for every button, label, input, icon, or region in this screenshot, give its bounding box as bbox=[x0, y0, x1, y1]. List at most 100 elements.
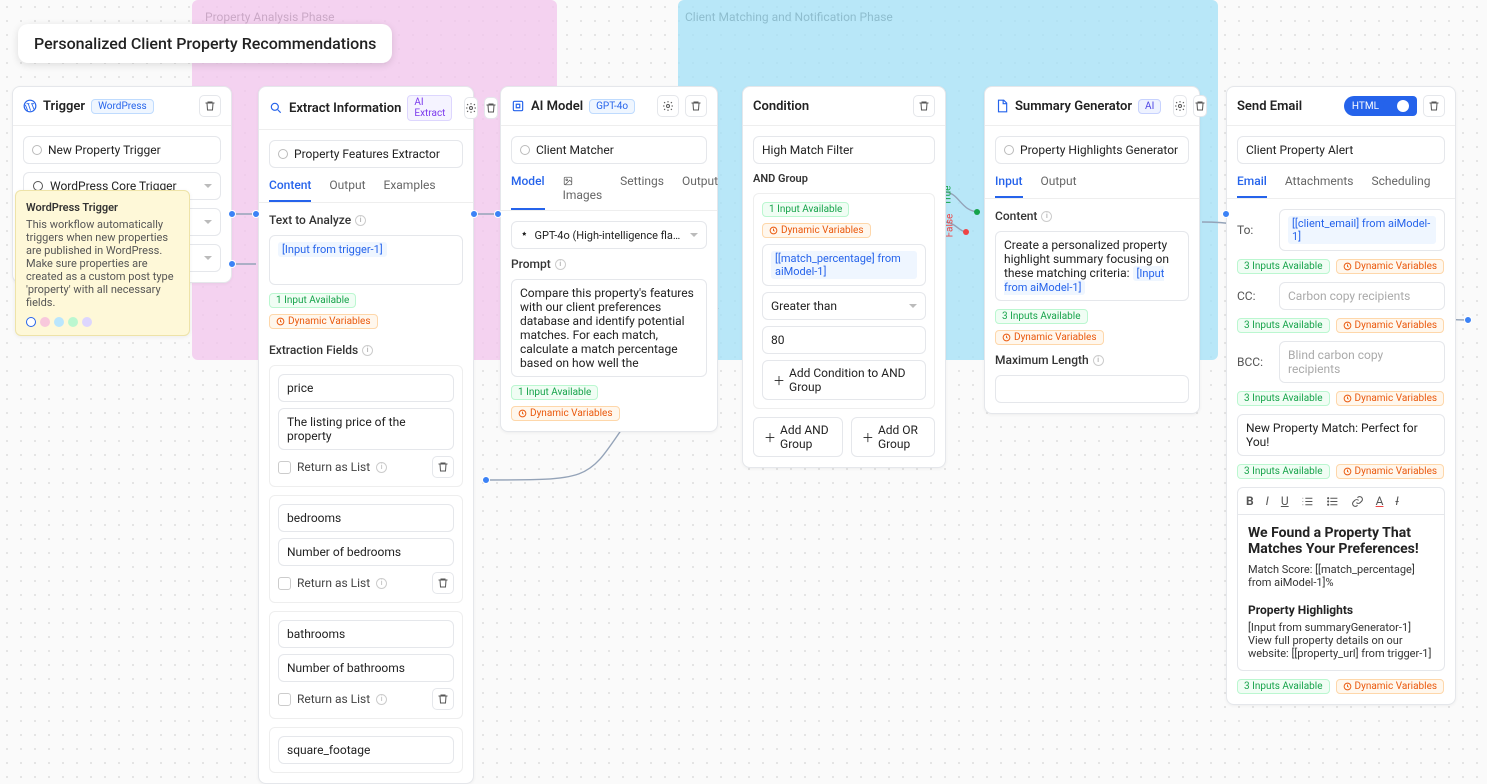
model-select[interactable]: GPT-4o (High-intelligence flagship model… bbox=[511, 221, 707, 249]
html-toggle[interactable]: HTML bbox=[1344, 96, 1417, 116]
tab-input[interactable]: Input bbox=[995, 170, 1023, 198]
inputs-available-pill[interactable]: 3 Inputs Available bbox=[1237, 391, 1330, 406]
email-name-input[interactable]: Client Property Alert bbox=[1237, 136, 1445, 164]
model-name-input[interactable]: Client Matcher bbox=[511, 136, 707, 164]
port[interactable] bbox=[482, 476, 490, 484]
summary-content-input[interactable]: Create a personalized property highlight… bbox=[995, 231, 1189, 301]
tab-content[interactable]: Content bbox=[269, 174, 311, 202]
return-as-list-checkbox[interactable] bbox=[278, 693, 291, 706]
inputs-available-pill[interactable]: 3 Inputs Available bbox=[1237, 464, 1330, 479]
tab-output[interactable]: Output bbox=[682, 170, 718, 210]
tab-attachments[interactable]: Attachments bbox=[1285, 170, 1354, 198]
info-icon[interactable]: i bbox=[355, 215, 366, 226]
list-ul-icon[interactable] bbox=[1326, 495, 1339, 508]
port[interactable] bbox=[470, 210, 478, 218]
cc-input[interactable]: Carbon copy recipients bbox=[1279, 282, 1445, 310]
field-name-input[interactable]: bedrooms bbox=[278, 504, 454, 532]
info-icon[interactable]: i bbox=[376, 462, 387, 473]
tab-settings[interactable]: Settings bbox=[620, 170, 664, 210]
tab-examples[interactable]: Examples bbox=[384, 174, 436, 202]
add-and-group-button[interactable]: ＋ Add AND Group bbox=[753, 417, 843, 457]
inputs-available-pill[interactable]: 1 Input Available bbox=[269, 293, 356, 308]
delete-field-button[interactable] bbox=[432, 572, 454, 594]
field-name-input[interactable]: bathrooms bbox=[278, 620, 454, 648]
node-send-email[interactable]: Send Email HTML Client Property Alert Em… bbox=[1226, 86, 1456, 705]
summary-name-input[interactable]: Property Highlights Generator bbox=[995, 136, 1189, 164]
link-icon[interactable] bbox=[1351, 495, 1364, 508]
condition-operator-select[interactable]: Greater than bbox=[762, 292, 926, 320]
field-desc-input[interactable]: Number of bedrooms bbox=[278, 538, 454, 566]
port[interactable] bbox=[252, 210, 260, 218]
email-body-editor[interactable]: We Found a Property That Matches Your Pr… bbox=[1237, 515, 1445, 671]
settings-button[interactable] bbox=[1173, 95, 1187, 117]
info-icon[interactable]: i bbox=[1041, 211, 1052, 222]
port[interactable] bbox=[1222, 210, 1230, 218]
inputs-available-pill[interactable]: 3 Inputs Available bbox=[1237, 318, 1330, 333]
add-condition-button[interactable]: ＋ Add Condition to AND Group bbox=[762, 360, 926, 400]
node-summary-generator[interactable]: Summary Generator AI Property Highlights… bbox=[984, 86, 1200, 414]
bcc-input[interactable]: Blind carbon copy recipients bbox=[1279, 341, 1445, 383]
inputs-available-pill[interactable]: 1 Input Available bbox=[511, 385, 598, 400]
field-desc-input[interactable]: The listing price of the property bbox=[278, 408, 454, 450]
condition-name-input[interactable]: High Match Filter bbox=[753, 136, 935, 164]
port[interactable] bbox=[494, 210, 502, 218]
max-length-input[interactable] bbox=[995, 375, 1189, 403]
dynamic-variables-pill[interactable]: Dynamic Variables bbox=[511, 406, 620, 421]
return-as-list-checkbox[interactable] bbox=[278, 461, 291, 474]
port[interactable] bbox=[228, 260, 236, 268]
dynamic-variables-pill[interactable]: Dynamic Variables bbox=[1336, 679, 1445, 694]
dynamic-variables-pill[interactable]: Dynamic Variables bbox=[1336, 318, 1445, 333]
info-icon[interactable]: i bbox=[555, 259, 566, 270]
settings-button[interactable] bbox=[657, 95, 679, 117]
dynamic-variables-pill[interactable]: Dynamic Variables bbox=[1336, 391, 1445, 406]
condition-value-input[interactable]: 80 bbox=[762, 326, 926, 354]
to-input[interactable]: [[client_email] from aiModel-1] bbox=[1279, 209, 1445, 251]
node-ai-model[interactable]: AI Model GPT-4o Client Matcher Model Ima… bbox=[500, 86, 718, 432]
tab-output[interactable]: Output bbox=[329, 174, 365, 202]
email-editor-toolbar[interactable]: B I U A I bbox=[1237, 487, 1445, 515]
italic-icon[interactable]: I bbox=[1266, 494, 1269, 508]
return-as-list-checkbox[interactable] bbox=[278, 577, 291, 590]
inputs-available-pill[interactable]: 3 Inputs Available bbox=[1237, 259, 1330, 274]
delete-button[interactable] bbox=[1423, 95, 1445, 117]
dynamic-variables-pill[interactable]: Dynamic Variables bbox=[995, 330, 1104, 345]
field-name-input[interactable]: square_footage bbox=[278, 736, 454, 764]
dynamic-variables-pill[interactable]: Dynamic Variables bbox=[1336, 259, 1445, 274]
info-icon[interactable]: i bbox=[376, 694, 387, 705]
trigger-name-input[interactable]: New Property Trigger bbox=[23, 136, 221, 164]
underline-icon[interactable]: U bbox=[1281, 494, 1289, 508]
dynamic-variables-pill[interactable]: Dynamic Variables bbox=[269, 314, 378, 329]
port[interactable] bbox=[1464, 316, 1472, 324]
field-name-input[interactable]: price bbox=[278, 374, 454, 402]
inputs-available-pill[interactable]: 1 Input Available bbox=[762, 202, 849, 217]
text-color-icon[interactable]: A bbox=[1376, 494, 1384, 508]
text-to-analyze-input[interactable]: [Input from trigger-1] bbox=[269, 235, 463, 285]
tab-model[interactable]: Model bbox=[511, 170, 545, 210]
delete-field-button[interactable] bbox=[432, 688, 454, 710]
info-icon[interactable]: i bbox=[362, 345, 373, 356]
tooltip-pagination-dots[interactable] bbox=[26, 317, 179, 327]
dynamic-variables-pill[interactable]: Dynamic Variables bbox=[1336, 464, 1445, 479]
node-extract-information[interactable]: Extract Information AI Extract Property … bbox=[258, 86, 474, 784]
delete-button[interactable] bbox=[199, 95, 221, 117]
info-icon[interactable]: i bbox=[1093, 355, 1104, 366]
inputs-available-pill[interactable]: 3 Inputs Available bbox=[1237, 679, 1330, 694]
dynamic-variables-pill[interactable]: Dynamic Variables bbox=[762, 223, 871, 238]
settings-button[interactable] bbox=[464, 97, 478, 119]
tab-output[interactable]: Output bbox=[1041, 170, 1077, 198]
node-condition[interactable]: Condition High Match Filter AND Group 1 … bbox=[742, 86, 946, 468]
info-icon[interactable]: i bbox=[376, 578, 387, 589]
delete-field-button[interactable] bbox=[432, 456, 454, 478]
add-or-group-button[interactable]: ＋ Add OR Group bbox=[851, 417, 935, 457]
bold-icon[interactable]: B bbox=[1246, 494, 1254, 508]
prompt-input[interactable]: Compare this property's features with ou… bbox=[511, 279, 707, 377]
inputs-available-pill[interactable]: 3 Inputs Available bbox=[995, 309, 1088, 324]
delete-button[interactable] bbox=[685, 95, 707, 117]
delete-button[interactable] bbox=[1193, 95, 1207, 117]
list-ol-icon[interactable] bbox=[1301, 495, 1314, 508]
clear-format-icon[interactable]: I bbox=[1395, 494, 1398, 508]
delete-button[interactable] bbox=[484, 97, 498, 119]
tab-scheduling[interactable]: Scheduling bbox=[1371, 170, 1430, 198]
tab-images[interactable]: Images bbox=[563, 170, 603, 210]
subject-input[interactable]: New Property Match: Perfect for You! bbox=[1237, 414, 1445, 456]
